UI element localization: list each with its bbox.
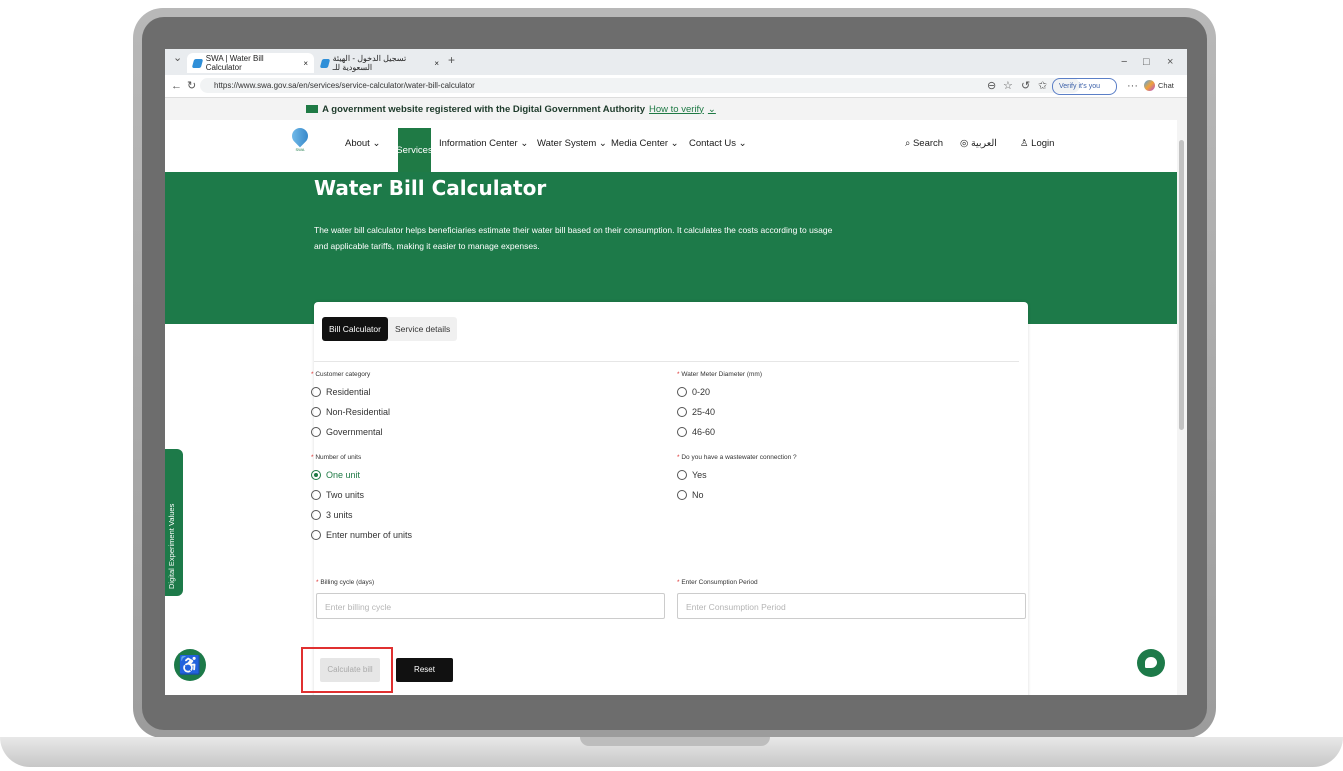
consumption-period-input[interactable]: Enter Consumption Period [677,593,1026,619]
calculator-card: Bill Calculator Service details * Custom… [311,302,1028,695]
radio-residential[interactable]: Residential [311,387,371,397]
radio-non-residential[interactable]: Non-Residential [311,407,390,417]
maximize-icon[interactable]: □ [1143,51,1150,73]
nav-contact-us[interactable]: Contact Us ⌄ [689,138,747,149]
number-of-units-label: * Number of units [311,454,362,461]
customer-category-label: * Customer category [311,371,371,378]
site-navigation: SWA About ⌄ Services Information Center … [165,120,1187,172]
browser-tab-active[interactable]: SWA | Water Bill Calculator × [187,53,314,73]
login-button[interactable]: ♙ Login [1020,138,1054,149]
reset-button[interactable]: Reset [396,658,453,682]
tab-title: SWA | Water Bill Calculator [205,54,264,72]
refresh-page-icon[interactable]: ↺ [1021,75,1030,97]
swa-logo[interactable]: SWA [283,124,317,164]
tab-list-icon[interactable]: ⌄ [173,49,182,69]
radio-enter-number-of-units[interactable]: Enter number of units [311,530,412,540]
favorite-star-icon[interactable]: ☆ [1003,75,1013,97]
search-button[interactable]: ⌕ Search [905,138,943,149]
accessibility-button[interactable]: ♿ [174,649,206,681]
back-icon[interactable]: ← [171,75,182,97]
browser-screen: ⌄ SWA | Water Bill Calculator × تسجيل ال… [165,49,1187,695]
new-tab-icon[interactable]: + [448,50,455,70]
divider [314,361,1019,362]
laptop-notch [580,737,770,746]
chat-label[interactable]: Chat [1158,78,1174,93]
copilot-icon[interactable] [1144,80,1155,91]
user-icon: ♙ [1020,138,1029,149]
radio-diameter-25-40[interactable]: 25-40 [677,407,715,417]
tab-service-details[interactable]: Service details [388,317,457,341]
billing-cycle-label: * Billing cycle (days) [316,579,375,586]
consumption-period-label: * Enter Consumption Period [677,579,758,586]
language-switch[interactable]: ◎ العربية [960,138,997,149]
radio-one-unit[interactable]: One unit [311,470,360,480]
zoom-icon[interactable]: ⊖ [987,75,996,97]
saudi-flag-icon [306,105,319,113]
favorites-icon[interactable]: ✩ [1038,75,1047,97]
nav-services[interactable]: Services [396,128,433,172]
reload-icon[interactable]: ↻ [187,75,196,97]
accessibility-icon: ♿ [178,655,202,675]
radio-diameter-0-20[interactable]: 0-20 [677,387,710,397]
chevron-down-icon[interactable]: ⌄ [708,104,716,115]
minimize-icon[interactable]: − [1121,51,1127,73]
scrollbar-thumb[interactable] [1179,140,1184,430]
how-to-verify-link[interactable]: How to verify [649,104,704,115]
radio-wastewater-yes[interactable]: Yes [677,470,707,480]
tab-title: تسجيل الدخول - الهيئة السعودية للـ [332,54,407,72]
radio-governmental[interactable]: Governmental [311,427,383,437]
nav-about[interactable]: About ⌄ [345,138,380,149]
tab-bill-calculator[interactable]: Bill Calculator [322,317,388,341]
radio-two-units[interactable]: Two units [311,490,364,500]
radio-3-units[interactable]: 3 units [311,510,353,520]
radio-diameter-46-60[interactable]: 46-60 [677,427,715,437]
swa-favicon-icon [191,58,203,68]
nav-media-center[interactable]: Media Center ⌄ [611,138,679,149]
swa-favicon-icon [319,58,330,68]
meter-diameter-label: * Water Meter Diameter (mm) [677,371,762,378]
browser-tab-bar: ⌄ SWA | Water Bill Calculator × تسجيل ال… [165,49,1187,75]
verify-profile-button[interactable]: Verify it's you [1052,78,1118,95]
digital-experiment-tab[interactable]: Digital Experiment Values [165,449,183,596]
search-icon: ⌕ [905,138,911,149]
globe-icon: ◎ [960,138,969,149]
chat-button[interactable] [1137,649,1165,677]
billing-cycle-input[interactable]: Enter billing cycle [316,593,665,619]
page-title: Water Bill Calculator [314,176,547,200]
close-tab-icon[interactable]: × [303,59,308,68]
close-tab-icon[interactable]: × [434,59,439,68]
more-menu-icon[interactable]: ··· [1127,75,1138,97]
page-scrollbar[interactable] [1177,120,1187,695]
gov-banner-text: A government website registered with the… [322,103,645,115]
annotation-highlight-box [301,647,393,693]
url-field[interactable]: https://www.swa.gov.sa/en/services/servi… [200,78,1080,93]
close-window-icon[interactable]: × [1167,51,1173,73]
form-tabs: Bill Calculator Service details [322,317,458,341]
nav-water-system[interactable]: Water System ⌄ [537,138,607,149]
browser-tab[interactable]: تسجيل الدخول - الهيئة السعودية للـ × [315,53,445,73]
radio-wastewater-no[interactable]: No [677,490,704,500]
nav-information-center[interactable]: Information Center ⌄ [439,138,528,149]
government-banner: A government website registered with the… [165,98,1187,120]
page-description: The water bill calculator helps benefici… [314,225,833,251]
wastewater-label: * Do you have a wastewater connection ? [677,454,797,461]
browser-address-bar: ← ↻ https://www.swa.gov.sa/en/services/s… [165,75,1187,98]
